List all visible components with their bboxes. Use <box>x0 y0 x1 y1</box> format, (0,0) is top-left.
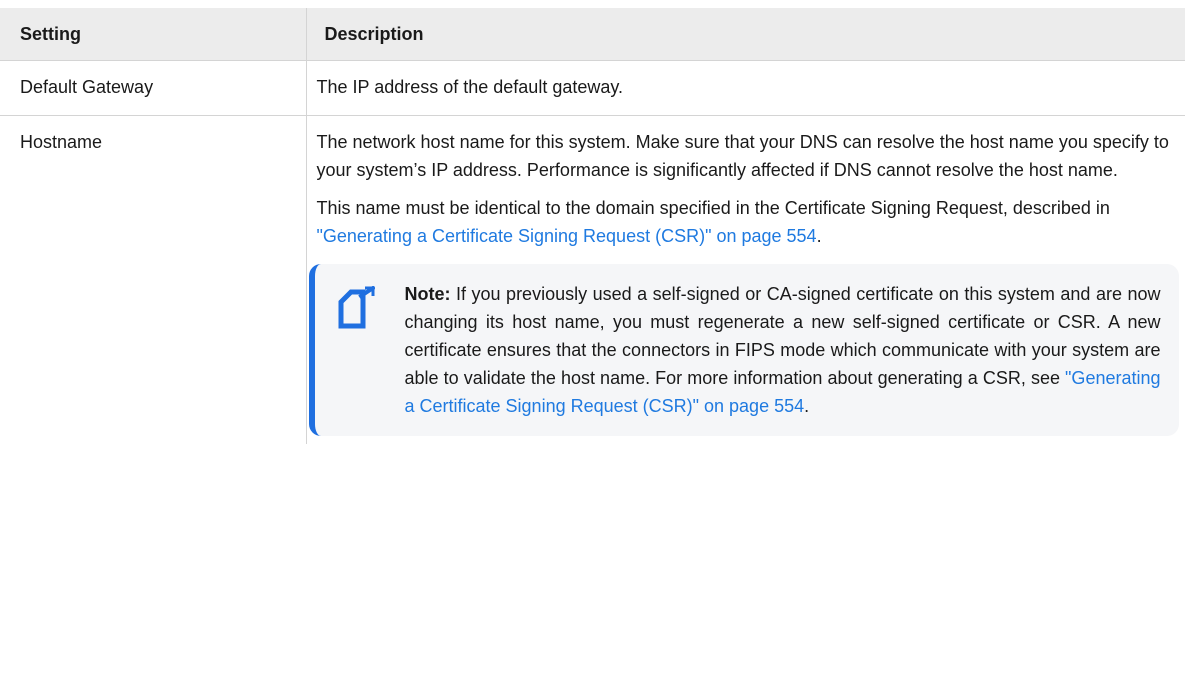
note-text: If you previously used a self-signed or … <box>404 284 1161 388</box>
note-label: Note: <box>404 284 451 304</box>
paragraph-2-text: This name must be identical to the domai… <box>316 198 1110 218</box>
description-cell-default-gateway: The IP address of the default gateway. <box>306 60 1185 116</box>
paragraph-2-period: . <box>816 226 822 246</box>
table-row: Default Gateway The IP address of the de… <box>0 60 1185 116</box>
table-header-row: Setting Description <box>0 8 1185 61</box>
hostname-paragraph-1: The network host name for this system. M… <box>316 132 1169 180</box>
note-period: . <box>804 396 810 416</box>
table-row: Hostname The network host name for this … <box>0 115 1185 444</box>
header-description: Description <box>324 24 424 44</box>
description-cell-hostname: The network host name for this system. M… <box>306 115 1185 444</box>
header-setting: Setting <box>0 8 307 61</box>
setting-cell-hostname: Hostname <box>0 115 307 444</box>
settings-table-container: Setting Description Default Gateway The … <box>0 8 1187 444</box>
note-callout: Note: If you previously used a self-sign… <box>308 264 1179 436</box>
settings-table: Setting Description Default Gateway The … <box>0 8 1185 444</box>
hostname-paragraph-2: This name must be identical to the domai… <box>317 194 1176 250</box>
setting-cell-default-gateway: Default Gateway <box>0 60 307 116</box>
note-icon <box>338 286 375 329</box>
csr-cross-reference-link[interactable]: "Generating a Certificate Signing Reques… <box>317 226 817 246</box>
